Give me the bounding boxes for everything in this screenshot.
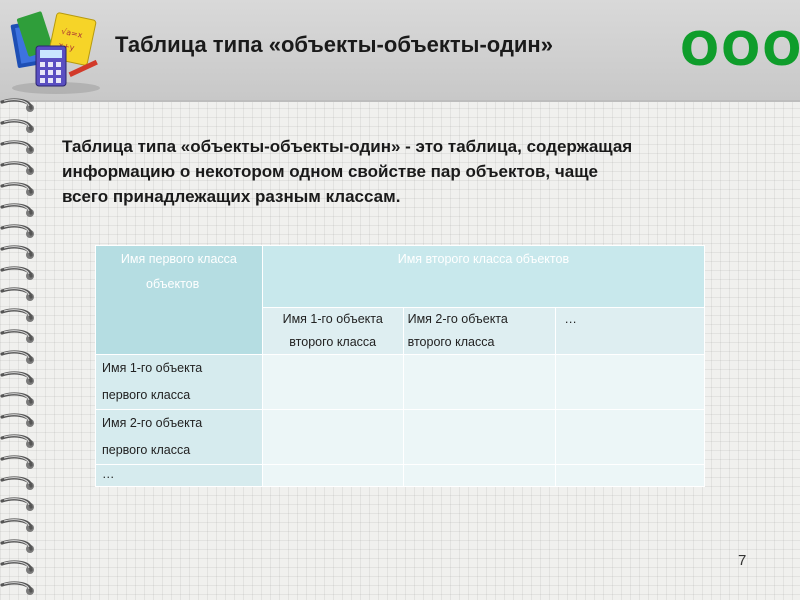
type-badge: ООО	[680, 22, 800, 76]
row-header-cell: Имя 2-го объекта первого класса	[95, 409, 263, 465]
table-cell	[555, 464, 705, 487]
table-cell	[402, 354, 557, 410]
table-cell	[261, 354, 404, 410]
column-header-line: …	[564, 312, 577, 326]
table-cell	[261, 409, 404, 465]
paragraph-line: всего принадлежащих разным классам.	[62, 187, 401, 206]
spiral-binding-icon	[0, 98, 34, 595]
corner-header-line: Имя первого класса	[120, 252, 237, 266]
school-supplies-logo-icon: √a=x x+y	[10, 11, 100, 94]
objects-objects-one-table: Имя первого класса объектов Имя второго …	[95, 245, 706, 487]
column-header-cell: Имя 2-го объекта второго класса	[402, 307, 557, 355]
row-header-line: Имя 2-го объекта	[102, 416, 203, 430]
column-header-line: Имя 1-го объекта	[282, 312, 383, 326]
slide-title: Таблица типа «объекты-объекты-один»	[115, 32, 553, 57]
row-header-line: первого класса	[102, 443, 191, 457]
column-header-line: второго класса	[407, 335, 495, 349]
table-cell	[555, 354, 705, 410]
row-header-line: первого класса	[102, 388, 191, 402]
definition-paragraph: Таблица типа «объекты-объекты-один» - эт…	[62, 134, 762, 209]
column-header-line: второго класса	[289, 335, 377, 349]
row-header-cell: …	[95, 464, 263, 487]
second-class-header-cell: Имя второго класса объектов	[261, 245, 706, 308]
table-cell	[261, 464, 404, 487]
row-header-cell: Имя 1-го объекта первого класса	[95, 354, 263, 410]
column-header-line: Имя 2-го объекта	[407, 312, 508, 326]
column-header-cell: Имя 1-го объекта второго класса	[261, 307, 404, 355]
paragraph-line: информацию о некотором одном свойстве па…	[62, 162, 598, 181]
table-cell	[402, 409, 557, 465]
table-cell	[402, 464, 557, 487]
page-number: 7	[738, 552, 747, 569]
corner-header-line: объектов	[146, 277, 200, 291]
row-header-line: …	[102, 467, 115, 481]
row-header-line: Имя 1-го объекта	[102, 361, 203, 375]
corner-header-cell: Имя первого класса объектов	[95, 245, 263, 355]
paragraph-line: Таблица типа «объекты-объекты-один» - эт…	[62, 137, 633, 156]
second-class-header: Имя второго класса объектов	[397, 252, 570, 266]
table-cell	[555, 409, 705, 465]
column-header-cell: …	[555, 307, 705, 355]
